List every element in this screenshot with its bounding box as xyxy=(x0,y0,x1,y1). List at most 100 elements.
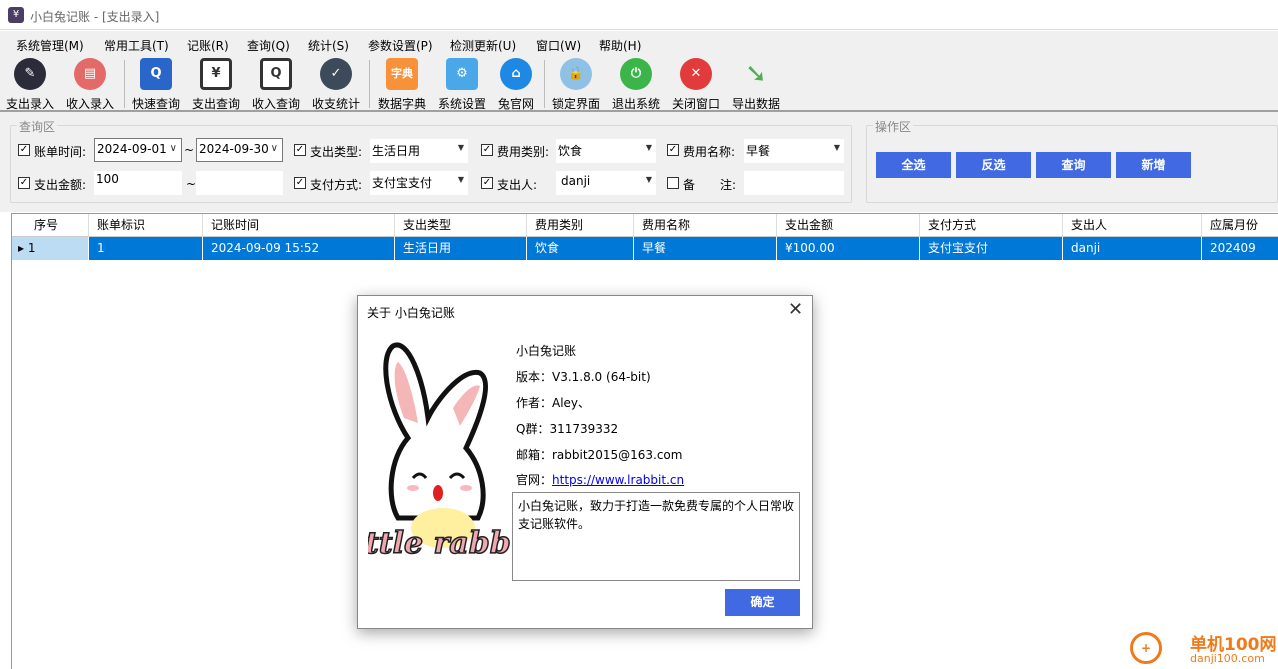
fee-category-select[interactable]: 饮食 ▼ xyxy=(556,139,656,163)
toolbar-label: 数据字典 xyxy=(377,97,426,111)
toolbar-expense-entry-button[interactable]: ✎ 支出录入 xyxy=(0,58,60,112)
amount-to-input[interactable] xyxy=(196,171,283,195)
menu-query[interactable]: 查询(Q) xyxy=(247,37,290,54)
column-header[interactable]: 记账时间 xyxy=(203,214,395,237)
fee-name-checkbox[interactable]: ✓ xyxy=(667,144,679,156)
column-header[interactable]: 序号 xyxy=(12,214,89,237)
toolbar-lock-button[interactable]: 🔒 锁定界面 xyxy=(546,58,606,112)
menu-accounting[interactable]: 记账(R) xyxy=(187,37,229,54)
power-icon: ⏻ xyxy=(620,58,652,90)
amount-checkbox[interactable]: ✓ xyxy=(18,177,30,189)
menu-tools[interactable]: 常用工具(T) xyxy=(104,37,169,54)
fee-category-checkbox[interactable]: ✓ xyxy=(481,144,493,156)
bill-date-from-value: 2024-09-01 xyxy=(97,142,167,156)
query-group: 查询区 ✓ 账单时间: 2024-09-01 ∨ ~ 2024-09-30 ∨ ✓ … xyxy=(10,118,852,203)
bill-date-from[interactable]: 2024-09-01 ∨ xyxy=(94,138,182,162)
about-version: 版本：V3.1.8.0 (64-bit) xyxy=(516,370,651,384)
note-input[interactable] xyxy=(744,171,844,195)
pay-method-checkbox[interactable]: ✓ xyxy=(294,177,306,189)
menu-window[interactable]: 窗口(W) xyxy=(536,37,581,54)
dictionary-icon: 字典 xyxy=(386,58,418,90)
toolbar-quick-search-button[interactable]: Q 快速查询 xyxy=(126,58,186,112)
about-email: 邮箱：rabbit2015@163.com xyxy=(516,448,683,462)
table-cell[interactable]: 早餐 xyxy=(634,237,777,260)
table-cell[interactable]: ▸ 1 xyxy=(12,237,89,260)
menu-update[interactable]: 检测更新(U) xyxy=(450,37,516,54)
toolbar-power-button[interactable]: ⏻ 退出系统 xyxy=(606,58,666,112)
title-bar: ¥ 小白兔记账 - [支出录入] xyxy=(0,0,1278,30)
table-cell[interactable]: 2024-09-09 15:52 xyxy=(203,237,395,260)
add-button[interactable]: 新增 xyxy=(1116,152,1191,178)
bill-date-to-value: 2024-09-30 xyxy=(199,142,269,156)
toolbar-export-arrow-button[interactable]: ➘ 导出数据 xyxy=(726,58,786,112)
column-header[interactable]: 账单标识 xyxy=(89,214,203,237)
toolbar-statistics-button[interactable]: ✓ 收支统计 xyxy=(306,58,366,112)
close-icon[interactable]: ✕ xyxy=(788,299,803,320)
fee-name-select[interactable]: 早餐 ▼ xyxy=(744,139,844,163)
menu-parameters[interactable]: 参数设置(P) xyxy=(368,37,433,54)
expense-entry-icon: ✎ xyxy=(14,58,46,90)
note-label-2: 注: xyxy=(720,178,737,192)
query-button[interactable]: 查询 xyxy=(1036,152,1111,178)
toolbar-label: 锁定界面 xyxy=(551,97,600,111)
operations-group-title: 操作区 xyxy=(873,118,914,135)
dropdown-arrow-icon[interactable]: ▼ xyxy=(834,143,840,152)
query-group-title: 查询区 xyxy=(17,118,58,135)
dropdown-arrow-icon[interactable]: ▼ xyxy=(458,175,464,184)
toolbar-income-search-button[interactable]: Q 收入查询 xyxy=(246,58,306,112)
toolbar-gear-button[interactable]: ⚙ 系统设置 xyxy=(432,58,492,112)
dropdown-arrow-icon[interactable]: ▼ xyxy=(646,175,652,184)
table-cell[interactable]: 生活日用 xyxy=(395,237,527,260)
payer-checkbox[interactable]: ✓ xyxy=(481,177,493,189)
column-header[interactable]: 费用名称 xyxy=(634,214,777,237)
menu-help[interactable]: 帮助(H) xyxy=(599,37,641,54)
table-cell[interactable]: 1 xyxy=(89,237,203,260)
note-checkbox[interactable] xyxy=(667,177,679,189)
dropdown-arrow-icon[interactable]: ▼ xyxy=(646,143,652,152)
select-all-button[interactable]: 全选 xyxy=(876,152,951,178)
date-range-separator: ~ xyxy=(184,143,195,157)
column-header[interactable]: 支付方式 xyxy=(920,214,1063,237)
column-header[interactable]: 费用类别 xyxy=(527,214,634,237)
chevron-down-icon[interactable]: ∨ xyxy=(271,143,278,154)
table-cell[interactable]: 202409 xyxy=(1202,237,1278,260)
toolbar-label: 系统设置 xyxy=(437,97,486,111)
chevron-down-icon[interactable]: ∨ xyxy=(170,143,177,154)
toolbar-label: 收入录入 xyxy=(65,97,114,111)
payer-label: 支出人: xyxy=(497,178,538,192)
expense-type-select[interactable]: 生活日用 ▼ xyxy=(370,139,468,163)
toolbar-home-button[interactable]: ⌂ 兔官网 xyxy=(486,58,546,112)
bill-date-to[interactable]: 2024-09-30 ∨ xyxy=(196,138,283,162)
column-header[interactable]: 支出人 xyxy=(1063,214,1202,237)
toolbar-dictionary-button[interactable]: 字典 数据字典 xyxy=(372,58,432,112)
invert-selection-button[interactable]: 反选 xyxy=(956,152,1031,178)
bill-time-checkbox[interactable]: ✓ xyxy=(18,144,30,156)
ok-button[interactable]: 确定 xyxy=(725,589,800,616)
amount-from-input[interactable]: 100 xyxy=(94,171,182,195)
website-link[interactable]: https://www.lrabbit.cn xyxy=(552,473,684,487)
about-description[interactable]: 小白兔记账，致力于打造一款免费专属的个人日常收支记账软件。 xyxy=(512,492,800,581)
expense-type-checkbox[interactable]: ✓ xyxy=(294,144,306,156)
menu-system[interactable]: 系统管理(M) xyxy=(16,37,84,54)
toolbar-expense-search-button[interactable]: ¥ 支出查询 xyxy=(186,58,246,112)
export-arrow-icon: ➘ xyxy=(745,59,767,89)
table-cell[interactable]: 饮食 xyxy=(527,237,634,260)
note-label: 备 xyxy=(683,178,696,192)
table-cell[interactable]: 支付宝支付 xyxy=(920,237,1063,260)
dropdown-arrow-icon[interactable]: ▼ xyxy=(458,143,464,152)
pay-method-value: 支付宝支付 xyxy=(372,176,433,190)
column-header[interactable]: 应属月份 xyxy=(1202,214,1278,237)
toolbar-separator xyxy=(369,60,370,108)
table-cell[interactable]: ¥100.00 xyxy=(777,237,920,260)
pay-method-select[interactable]: 支付宝支付 ▼ xyxy=(370,171,468,195)
toolbar-close-button[interactable]: ✕ 关闭窗口 xyxy=(666,58,726,112)
fee-category-value: 饮食 xyxy=(558,144,583,158)
payer-select[interactable]: danji ▼ xyxy=(556,171,656,195)
lock-icon: 🔒 xyxy=(560,58,592,90)
table-cell[interactable]: danji xyxy=(1063,237,1202,260)
toolbar-label: 关闭窗口 xyxy=(671,97,720,111)
toolbar-income-entry-button[interactable]: ▤ 收入录入 xyxy=(60,58,120,112)
column-header[interactable]: 支出类型 xyxy=(395,214,527,237)
column-header[interactable]: 支出金额 xyxy=(777,214,920,237)
menu-statistics[interactable]: 统计(S) xyxy=(308,37,349,54)
